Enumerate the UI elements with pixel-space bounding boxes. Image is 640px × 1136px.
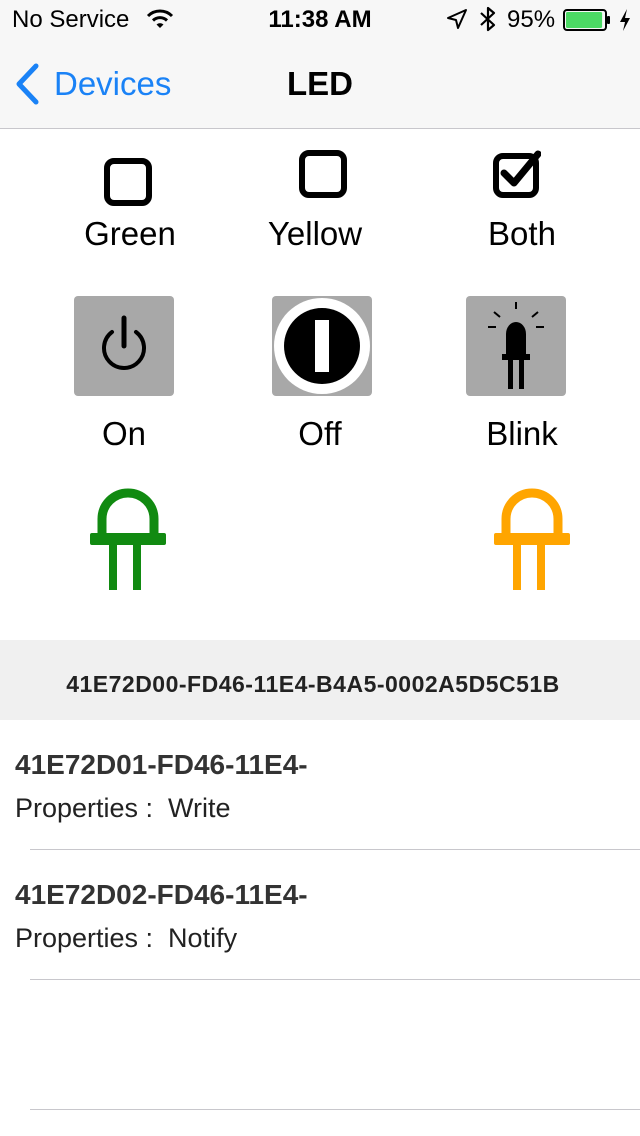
empty-list-item [0,980,640,1110]
charging-bolt-icon [620,9,630,31]
service-uuid: 41E72D00-FD46-11E4-B4A5-0002A5D5C51B [66,671,560,697]
page-title: LED [287,65,353,102]
on-button[interactable] [74,296,174,396]
blinking-led-icon [488,302,544,389]
battery-icon [563,9,610,31]
characteristic-properties: Properties : Write [15,793,231,823]
green-led-icon [90,488,166,590]
battery-percentage: 95% [507,6,556,33]
off-button-label: Off [298,415,342,452]
list-item[interactable]: 41E72D01-FD46-11E4- Properties : Write [0,720,640,850]
blink-button[interactable] [466,296,566,396]
checkbox-label-both: Both [488,215,556,252]
unchecked-checkbox-icon[interactable] [104,158,152,206]
bluetooth-icon [480,6,496,32]
status-bar: No Service 11:38 AM 95% [0,0,640,40]
blink-button-label: Blink [486,415,558,452]
power-icon [102,315,146,370]
on-button-label: On [101,415,147,452]
checked-checkbox-icon[interactable] [493,150,541,198]
divider [30,1109,640,1110]
checkbox-label-yellow: Yellow [267,215,363,252]
characteristic-uuid: 41E72D02-FD46-11E4- [15,879,308,910]
characteristic-uuid: 41E72D01-FD46-11E4- [15,749,308,780]
off-switch-icon [274,298,370,394]
location-arrow-icon [447,9,467,29]
yellow-led-icon [494,488,570,590]
unchecked-checkbox-icon[interactable] [299,150,347,198]
characteristic-properties: Properties : Notify [15,923,238,953]
service-section-header: 41E72D00-FD46-11E4-B4A5-0002A5D5C51B [0,640,640,720]
checkbox-label-green: Green [84,215,176,252]
off-button[interactable] [272,296,372,396]
navigation-bar: Devices LED [0,40,640,129]
list-item[interactable]: 41E72D02-FD46-11E4- Properties : Notify [0,850,640,980]
